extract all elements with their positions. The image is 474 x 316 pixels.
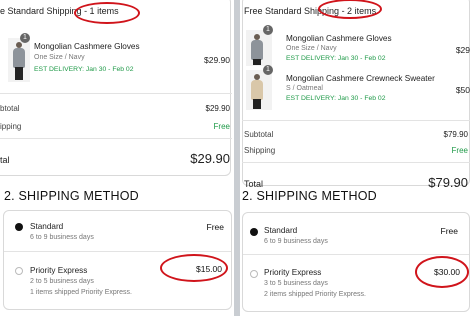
item-name: Mongolian Cashmere Gloves [286, 34, 392, 43]
item-price: $29.90 [204, 55, 230, 65]
product-thumbnail [8, 38, 30, 82]
shipping-option-name: Standard [30, 222, 64, 231]
total-label: tal [0, 155, 10, 165]
item-option: One Size / Navy [286, 45, 337, 52]
shipping-option-name: Priority Express [264, 268, 322, 277]
divider [0, 138, 232, 139]
divider [242, 162, 470, 163]
shipping-group-header: Free Standard Shipping - 2 items [244, 6, 377, 16]
shipping-option-note: 1 items shipped Priority Express. [30, 289, 132, 296]
quantity-badge: 1 [20, 33, 30, 43]
shipping-option-note: 2 items shipped Priority Express. [264, 291, 366, 298]
item-name: Mongolian Cashmere Crewneck Sweater [286, 74, 435, 83]
item-price: $50 [455, 85, 470, 95]
order-summary-card [0, 0, 231, 176]
cart-item[interactable]: 1 Mongolian Cashmere Gloves One Size / N… [8, 33, 230, 82]
shipping-option-name: Standard [264, 226, 298, 235]
item-delivery-estimate: EST DELIVERY: Jan 30 - Feb 02 [34, 66, 134, 73]
shipping-option-standard[interactable]: Standard 6 to 9 business days Free [242, 214, 470, 248]
item-delivery-estimate: EST DELIVERY: Jan 30 - Feb 02 [286, 95, 386, 102]
shipping-label: Shipping [244, 146, 276, 155]
radio-selected[interactable] [250, 228, 258, 236]
shipping-label: ipping [0, 122, 22, 131]
checkout-screenshot-left: e Standard Shipping - 1 items 1 Mongolia… [0, 0, 234, 316]
cart-item[interactable]: 1 Mongolian Cashmere Gloves One Size / N… [246, 25, 470, 74]
item-option: S / Oatmeal [286, 85, 323, 92]
shipping-option-price: $15.00 [196, 264, 222, 274]
cart-item[interactable]: 1 Mongolian Cashmere Crewneck Sweater S … [246, 65, 470, 114]
shipping-group-header: e Standard Shipping - 1 items [0, 6, 119, 16]
shipping-value: Free [451, 146, 468, 155]
item-price: $29 [455, 45, 470, 55]
divider [242, 120, 470, 121]
radio-selected[interactable] [15, 223, 23, 231]
shipping-option-time: 2 to 5 business days [30, 278, 94, 285]
subtotal-label: Subtotal [244, 130, 274, 139]
shipping-option-time: 3 to 5 business days [264, 280, 328, 287]
section-title-shipping-method: 2. SHIPPING METHOD [4, 189, 139, 203]
shipping-option-price: $30.00 [434, 267, 460, 277]
shipping-option-name: Priority Express [30, 266, 88, 275]
shipping-value: Free [213, 122, 230, 131]
quantity-badge: 1 [263, 25, 273, 35]
total-value: $29.90 [190, 151, 230, 166]
divider [0, 93, 232, 94]
section-title-shipping-method: 2. SHIPPING METHOD [242, 189, 377, 203]
shipping-option-priority-express[interactable]: Priority Express 2 to 5 business days 1 … [3, 256, 232, 306]
divider [243, 254, 469, 255]
radio-unselected[interactable] [250, 270, 258, 278]
item-option: One Size / Navy [34, 54, 85, 61]
shipping-option-standard[interactable]: Standard 6 to 9 business days Free [3, 212, 232, 246]
subtotal-label: btotal [0, 104, 20, 113]
shipping-option-priority-express[interactable]: Priority Express 3 to 5 business days 2 … [242, 258, 470, 308]
total-value: $79.90 [428, 175, 468, 190]
subtotal-value: $79.90 [443, 130, 468, 139]
item-delivery-estimate: EST DELIVERY: Jan 30 - Feb 02 [286, 55, 386, 62]
divider [4, 251, 231, 252]
subtotal-value: $29.90 [205, 104, 230, 113]
item-name: Mongolian Cashmere Gloves [34, 42, 140, 51]
product-thumbnail [246, 70, 272, 110]
shipping-option-time: 6 to 9 business days [264, 238, 328, 245]
quantity-badge: 1 [263, 65, 273, 75]
total-label: Total [244, 179, 264, 189]
shipping-option-price: Free [440, 226, 458, 236]
product-thumbnail [246, 30, 272, 66]
shipping-option-time: 6 to 9 business days [30, 234, 94, 241]
checkout-screenshot-right: Free Standard Shipping - 2 items 1 Mongo… [240, 0, 474, 316]
shipping-option-price: Free [206, 222, 224, 232]
radio-unselected[interactable] [15, 267, 23, 275]
